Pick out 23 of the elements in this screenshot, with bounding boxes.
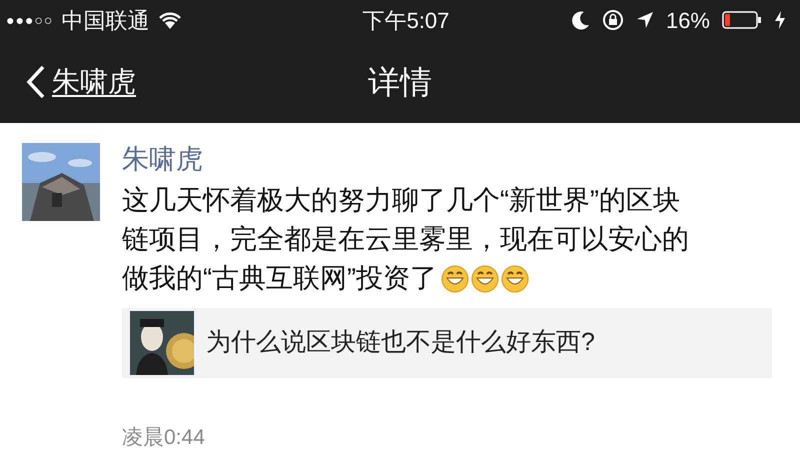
post-text-line: 链项目，完全都是在云里雾里，现在可以安心的 — [122, 223, 689, 256]
page-title: 详情 — [368, 62, 432, 102]
wifi-icon — [157, 10, 184, 30]
battery-percent: 16% — [666, 6, 710, 34]
link-title: 为什么说区块链也不是什么好东西? — [206, 327, 595, 358]
location-arrow-icon — [636, 11, 654, 29]
back-chevron-icon — [26, 64, 46, 98]
signal-dots: ●●●○○ — [6, 10, 54, 30]
back-link[interactable]: 朱啸虎 — [0, 60, 136, 102]
post-text-line: 这几天怀着极大的努力聊了几个“新世界”的区块 — [122, 184, 680, 217]
moon-icon — [572, 10, 590, 30]
post-text-line: 做我的“古典互联网”投资了 — [122, 262, 437, 295]
grin-emoji-icon — [470, 264, 499, 292]
grin-emoji-icon — [500, 264, 529, 292]
rotation-lock-icon — [602, 9, 624, 31]
charging-bolt-icon — [774, 10, 786, 30]
author-name[interactable]: 朱啸虎 — [122, 141, 772, 177]
clock-time: 下午5:07 — [362, 6, 450, 34]
battery-icon — [722, 10, 762, 30]
post-time: 凌晨0:44 — [122, 425, 206, 451]
grin-emoji-icon — [440, 264, 469, 292]
carrier-name: 中国联通 — [61, 6, 150, 34]
link-card[interactable]: 为什么说区块链也不是什么好东西? — [122, 308, 772, 378]
